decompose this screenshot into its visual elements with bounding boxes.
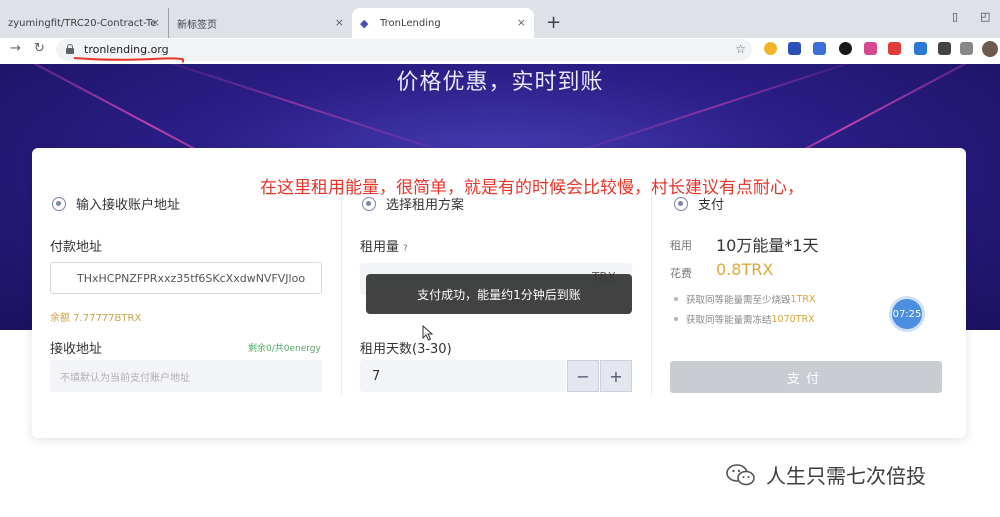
pay-button[interactable]: 支付 <box>670 361 942 393</box>
close-icon[interactable]: × <box>517 16 526 29</box>
red-underline-annotation <box>73 57 184 63</box>
plan-icon <box>362 196 376 211</box>
freeze-info: 获取同等能量需冻结 1070TRX <box>674 312 815 326</box>
mouse-cursor-icon <box>422 325 434 341</box>
profile-avatar[interactable] <box>982 41 998 57</box>
pay-address-input[interactable]: THxHCPNZFPRxxz35tf6SKcXxdwNVFVJloo <box>50 262 322 294</box>
help-icon[interactable]: ? <box>403 244 408 254</box>
days-input[interactable]: 7 <box>360 360 566 392</box>
tron-logo-icon: ◆ <box>360 17 369 30</box>
tab-new-tab-page[interactable]: 新标签页 × <box>168 8 352 38</box>
tab-label: zyumingfit/TRC20-Contract-Te <box>8 17 157 29</box>
browser-tab-bar: zyumingfit/TRC20-Contract-Te × 新标签页 × ◆ … <box>0 0 1000 38</box>
column-divider <box>651 186 652 396</box>
decrement-button[interactable]: − <box>567 360 599 392</box>
burn-info: 获取同等能量需至少烧毁 1TRX <box>674 292 815 306</box>
extension-icon[interactable] <box>960 42 973 55</box>
extension-icon[interactable] <box>813 42 826 55</box>
extension-icon[interactable] <box>788 42 801 55</box>
extension-icon[interactable] <box>888 42 901 55</box>
extension-icon[interactable] <box>864 42 877 55</box>
extension-icon[interactable] <box>914 42 927 55</box>
increment-button[interactable]: + <box>600 360 632 392</box>
reload-icon[interactable]: ↻ <box>34 41 45 56</box>
column-divider <box>341 186 342 396</box>
rent-value: 10万能量*1天 <box>716 236 819 255</box>
tab-github[interactable]: zyumingfit/TRC20-Contract-Te × <box>0 8 168 38</box>
receive-address-label: 接收地址 <box>50 342 103 357</box>
energy-quota: 剩余0/共0energy <box>248 344 321 354</box>
cost-key: 花费 <box>670 267 692 280</box>
receive-address-input[interactable]: 不填默认为当前支付账户地址 <box>50 360 322 392</box>
countdown-timer: 07:25 <box>889 296 925 332</box>
extension-icon[interactable] <box>839 42 852 55</box>
extension-icon[interactable] <box>938 42 951 55</box>
balance-text: 余额 7.77777BTRX <box>50 313 142 324</box>
wechat-icon <box>726 463 755 485</box>
bookmark-star-icon[interactable]: ☆ <box>735 42 746 56</box>
amount-label: 租用量? <box>360 240 408 255</box>
wallet-icon <box>52 196 66 211</box>
rent-key: 租用 <box>670 239 692 252</box>
hero-title: 价格优惠，实时到账 <box>396 70 604 95</box>
wechat-watermark: 人生只需七次倍投 <box>726 460 926 489</box>
success-toast: 支付成功，能量约1分钟后到账 <box>366 274 632 314</box>
restore-icon[interactable]: ◰ <box>980 10 990 23</box>
red-annotation-text: 在这里租用能量，很简单，就是有的时候会比较慢，村长建议有点耐心， <box>260 178 804 198</box>
days-label: 租用天数(3-30) <box>360 342 452 357</box>
close-icon[interactable]: × <box>335 16 344 29</box>
tab-tronlending[interactable]: ◆ TronLending × <box>352 8 534 38</box>
lock-icon <box>66 44 74 54</box>
receive-section-heading: 输入接收账户地址 <box>52 194 180 213</box>
new-tab-button[interactable]: + <box>546 12 561 33</box>
forward-icon[interactable]: → <box>10 41 21 56</box>
extension-icon[interactable] <box>764 42 777 55</box>
tab-label: 新标签页 <box>177 19 217 31</box>
payment-icon <box>674 196 688 211</box>
cost-value: 0.8TRX <box>716 260 774 279</box>
tab-label: TronLending <box>380 17 441 29</box>
minimize-icon[interactable]: ▯ <box>952 10 958 23</box>
pay-address-label: 付款地址 <box>50 240 103 255</box>
close-icon[interactable]: × <box>151 16 160 29</box>
